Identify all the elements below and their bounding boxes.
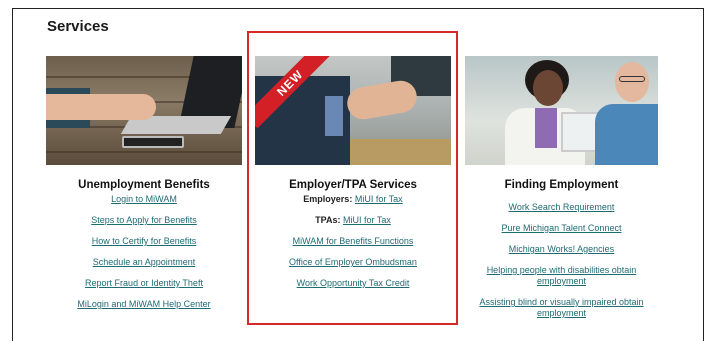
help-center-link[interactable]: MiLogin and MiWAM Help Center — [77, 299, 210, 309]
report-fraud-link[interactable]: Report Fraud or Identity Theft — [85, 278, 203, 288]
disabilities-link[interactable]: Helping people with disabilities obtain … — [487, 265, 637, 286]
service-card-unemployment: Unemployment Benefits Login to MiWAM Ste… — [46, 56, 242, 310]
miwam-benefits-link[interactable]: MiWAM for Benefits Functions — [293, 236, 414, 246]
section-title: Services — [47, 18, 109, 35]
steps-apply-link[interactable]: Steps to Apply for Benefits — [91, 215, 197, 225]
michigan-works-link[interactable]: Michigan Works! Agencies — [509, 244, 614, 254]
link-list: Work Search Requirement Pure Michigan Ta… — [465, 202, 658, 319]
schedule-appointment-link[interactable]: Schedule an Appointment — [93, 257, 196, 267]
link-list: Login to MiWAM Steps to Apply for Benefi… — [46, 194, 242, 310]
tpas-miui-link[interactable]: MiUI for Tax — [343, 215, 391, 225]
certify-benefits-link[interactable]: How to Certify for Benefits — [92, 236, 197, 246]
tpas-label: TPAs: — [315, 215, 341, 225]
laptop-photo[interactable] — [46, 56, 242, 165]
service-card-employer: NEW Employer/TPA Services Employers: MiU… — [255, 56, 451, 289]
tax-credit-link[interactable]: Work Opportunity Tax Credit — [297, 278, 410, 288]
card-heading: Employer/TPA Services — [289, 179, 417, 191]
visually-impaired-link[interactable]: Assisting blind or visually impaired obt… — [479, 297, 643, 318]
employers-label: Employers: — [303, 194, 353, 204]
employers-miui-link[interactable]: MiUI for Tax — [355, 194, 403, 204]
login-miwam-link[interactable]: Login to MiWAM — [111, 194, 177, 204]
office-photo[interactable] — [465, 56, 658, 165]
card-heading: Finding Employment — [504, 179, 619, 191]
talent-connect-link[interactable]: Pure Michigan Talent Connect — [502, 223, 622, 233]
service-card-employment: Finding Employment Work Search Requireme… — [465, 56, 658, 319]
link-list: Employers: MiUI for Tax TPAs: MiUI for T… — [255, 194, 451, 289]
ombudsman-link[interactable]: Office of Employer Ombudsman — [289, 257, 417, 267]
work-search-link[interactable]: Work Search Requirement — [509, 202, 615, 212]
handshake-photo[interactable]: NEW — [255, 56, 451, 165]
card-heading: Unemployment Benefits — [78, 179, 210, 191]
